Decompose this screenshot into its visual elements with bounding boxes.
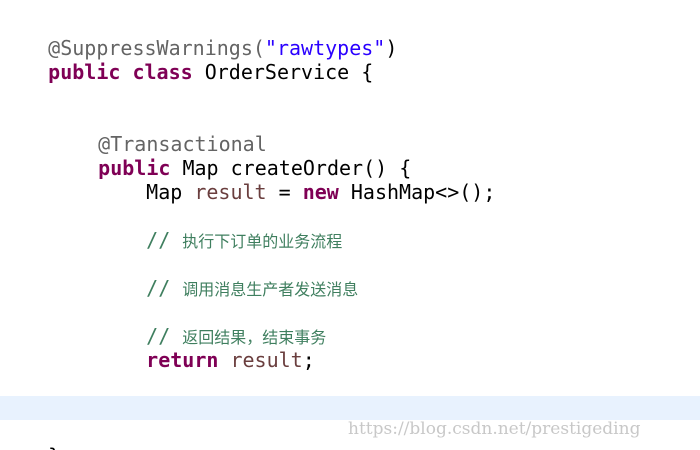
code-line-result-assignment: Map result = new HashMap<>();	[0, 156, 700, 204]
local-variable-result: result	[194, 180, 267, 204]
code-line-return: return result;	[0, 324, 700, 372]
code-line-comment-1: // 执行下订单的业务流程	[0, 204, 700, 252]
local-variable-result-return: result	[230, 348, 303, 372]
type-map: Map	[146, 180, 195, 204]
assign-operator: =	[266, 180, 303, 204]
hashmap-expression: HashMap<>();	[338, 180, 496, 204]
comment-slash: //	[146, 276, 183, 300]
semicolon: ;	[302, 348, 315, 372]
code-line-comment-2: // 调用消息生产者发送消息	[0, 252, 700, 300]
keyword-class: class	[132, 60, 193, 84]
comment-text-1: 执行下订单的业务流程	[182, 232, 343, 251]
code-line-transactional: @Transactional	[0, 108, 700, 156]
keyword-return: return	[146, 348, 219, 372]
code-line-class-declaration: public class OrderService {	[0, 36, 700, 84]
code-line-comment-3: // 返回结果，结束事务	[0, 300, 700, 348]
keyword-new: new	[302, 180, 339, 204]
code-line-method-close: }	[0, 372, 700, 420]
code-line-method-signature: public Map createOrder() {	[0, 132, 700, 180]
keyword-public: public	[48, 60, 121, 84]
code-editor[interactable]: @SuppressWarnings("rawtypes") public cla…	[0, 0, 700, 450]
class-close-brace: }	[48, 444, 60, 450]
comment-slash: //	[146, 228, 183, 252]
class-name: OrderService {	[192, 60, 374, 84]
watermark-url: https://blog.csdn.net/prestigeding	[348, 419, 641, 439]
current-line-highlight[interactable]	[0, 396, 700, 420]
code-line-suppress-warnings: @SuppressWarnings("rawtypes")	[0, 12, 700, 60]
comment-text-2: 调用消息生产者发送消息	[182, 280, 359, 299]
